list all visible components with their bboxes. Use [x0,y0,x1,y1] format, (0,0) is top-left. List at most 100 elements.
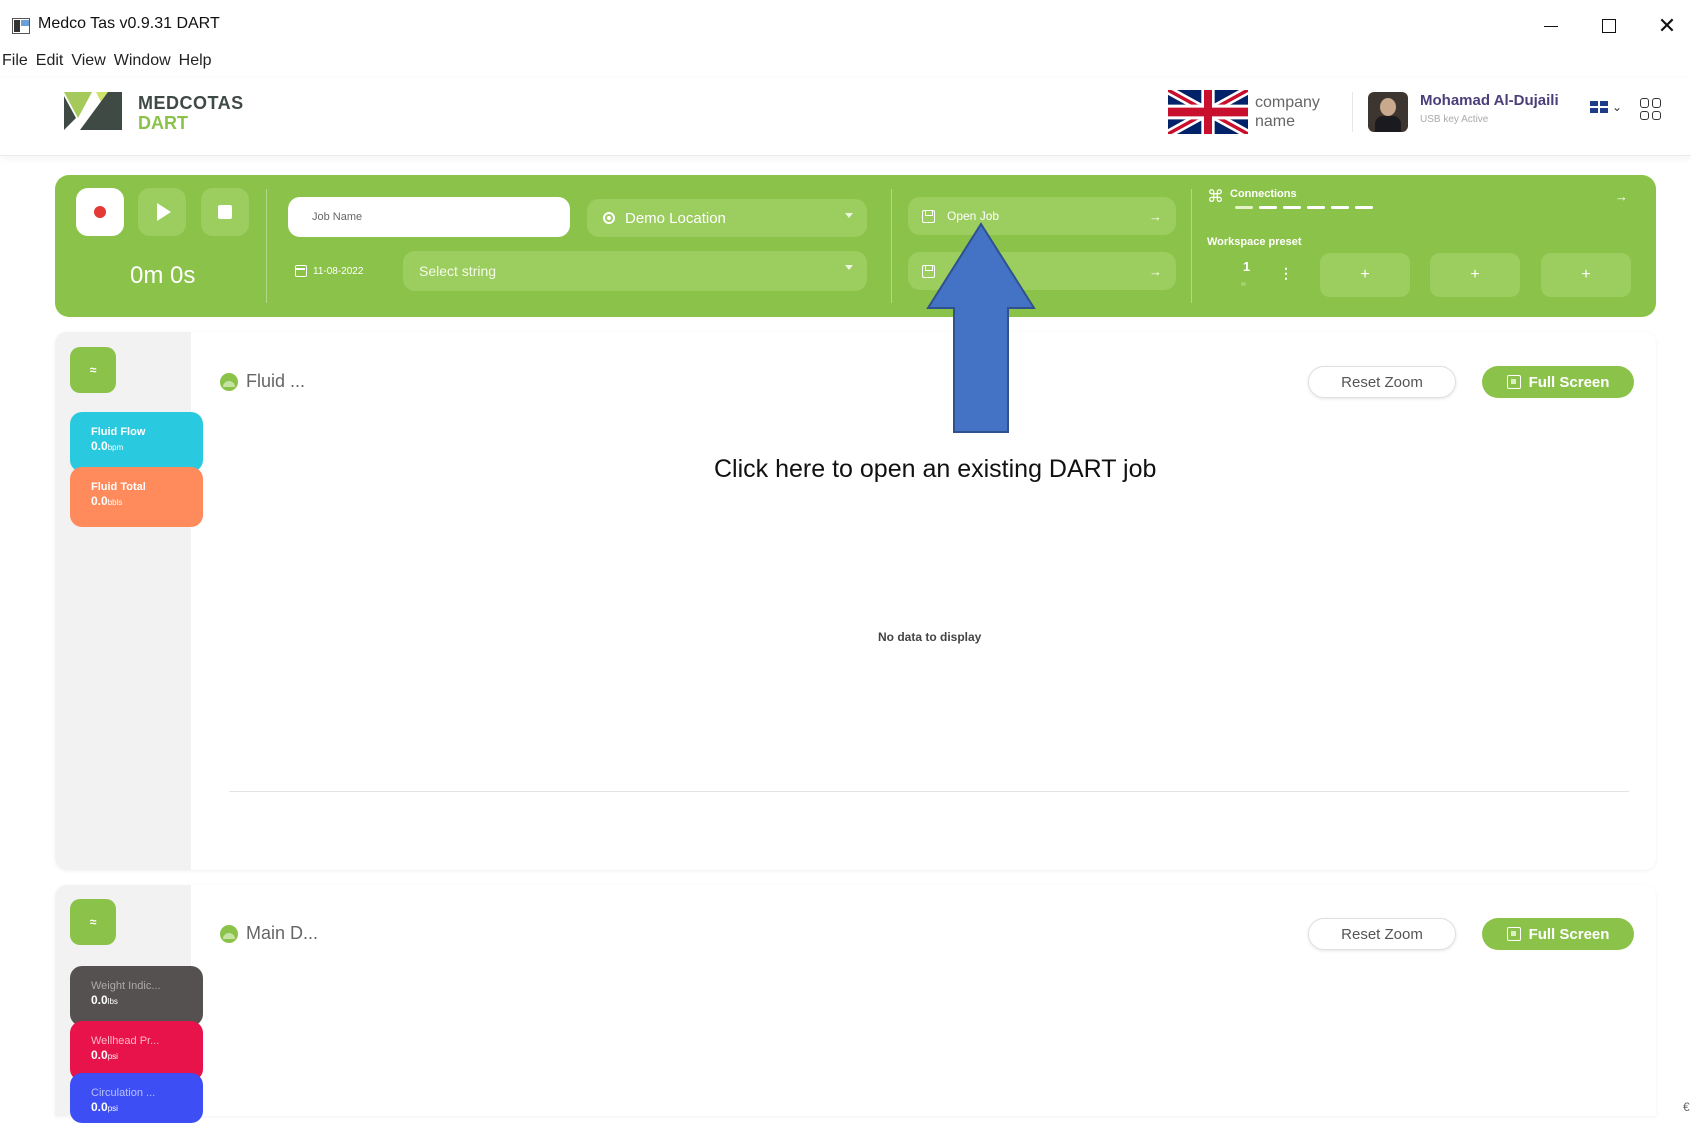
toolbar-divider [1191,189,1192,303]
chart-x-axis [229,791,1629,792]
menu-view[interactable]: View [71,52,113,76]
usb-key-status: USB key Active [1420,114,1489,125]
add-preset-button[interactable]: + [1541,253,1631,297]
reset-zoom-button[interactable]: Reset Zoom [1308,366,1456,398]
sensor-name: Wellhead Pr... [91,1035,160,1047]
arrow-right-icon: → [1149,264,1162,279]
apps-grid-icon[interactable] [1640,98,1662,120]
add-preset-button[interactable]: + [1430,253,1520,297]
sensor-unit: bbls [107,498,123,507]
preset-sliders-icon: ≈ [1241,279,1246,289]
location-pin-icon [603,212,615,224]
app-header: MEDCOTAS DART company name Mohamad Al-Du… [0,78,1691,156]
full-screen-button[interactable]: Full Screen [1482,918,1634,950]
location-select[interactable]: Demo Location [587,199,867,237]
sensor-value: 0.0 [91,1048,108,1062]
record-button[interactable] [76,188,124,236]
preset-number: 1 [1243,259,1251,274]
workspace-preset-label: Workspace preset [1207,236,1302,248]
more-vertical-icon[interactable]: ⋮ [1279,265,1293,282]
sensor-value: 0.0 [91,1100,108,1114]
connection-bar [1259,206,1277,209]
location-value: Demo Location [625,209,726,227]
panel-settings-button[interactable]: ≈ [70,347,116,393]
workspace-preset-1[interactable]: 1 ≈ ⋮ [1209,253,1299,297]
toolbar-divider [891,189,892,303]
sensor-value: 0.0 [91,439,108,453]
sensor-card-fluid-flow[interactable]: Fluid Flow 0.0bpm [70,412,203,472]
medcotas-logo-icon [64,92,122,130]
connections-label[interactable]: Connections [1230,188,1297,200]
connection-status-bars [1235,206,1373,209]
string-select[interactable]: Select string [403,251,867,291]
fluid-chart-panel [55,332,1656,870]
play-button[interactable] [138,188,186,236]
menu-help[interactable]: Help [179,52,220,76]
floppy-disk-icon [922,209,935,223]
sensor-name: Fluid Flow [91,426,146,438]
stop-icon [218,205,232,219]
add-preset-button[interactable]: + [1320,253,1410,297]
sensor-unit: bpm [107,443,124,452]
full-screen-button[interactable]: Full Screen [1482,366,1634,398]
caret-down-icon [845,213,853,218]
menu-file[interactable]: File [2,52,36,76]
sensor-value: 0.0 [91,494,108,508]
uk-flag-icon [1168,90,1248,134]
toolbar-divider [266,189,267,303]
reset-zoom-button[interactable]: Reset Zoom [1308,918,1456,950]
chart-title-text: Fluid ... [246,371,306,391]
minimize-icon [1544,25,1558,27]
connection-bar [1235,206,1253,209]
sensor-unit: lbs [107,997,118,1006]
chevron-down-icon: ⌄ [1612,100,1623,114]
window-title: Medco Tas v0.9.31 DART [38,15,220,32]
calendar-icon [295,265,307,277]
job-name-input[interactable] [288,197,570,237]
edge-glyph: € [1683,1100,1690,1114]
language-select[interactable]: ⌄ [1590,100,1622,114]
user-name[interactable]: Mohamad Al-Dujaili [1420,92,1559,109]
annotation-caption: Click here to open an existing DART job [714,455,1157,483]
sensor-card-wellhead-pressure[interactable]: Wellhead Pr... 0.0psi [70,1021,203,1081]
app-icon [12,18,30,34]
job-timer: 0m 0s [130,262,196,289]
menu-window[interactable]: Window [114,52,179,76]
sensor-value: 0.0 [91,993,108,1007]
open-job-label: Open Job [947,209,1000,223]
sensor-card-fluid-total[interactable]: Fluid Total 0.0bbls [70,467,203,527]
maximize-button[interactable] [1586,8,1632,44]
window-titlebar: Medco Tas v0.9.31 DART ✕ [0,0,1691,52]
minimize-button[interactable] [1528,8,1574,44]
company-name: company name [1255,94,1320,130]
job-toolbar: 0m 0s Demo Location 11-08-2022 Select st… [55,175,1656,317]
logo-title: MEDCOTAS [138,93,244,113]
job-date[interactable]: 11-08-2022 [295,265,363,277]
annotation-arrow-up-icon [926,222,1036,433]
uk-flag-small-icon [1590,101,1608,113]
record-icon [94,206,106,218]
no-data-message: No data to display [878,630,982,644]
stop-button[interactable] [201,188,249,236]
sensor-card-weight-indicator[interactable]: Weight Indic... 0.0lbs [70,966,203,1026]
connection-bar [1331,206,1349,209]
gauge-icon [220,924,238,943]
chart-title: Main D... [220,923,318,944]
play-icon [157,203,171,221]
caret-down-icon [845,265,853,270]
sensor-name: Circulation ... [91,1087,156,1099]
full-screen-label: Full Screen [1528,373,1610,391]
connection-bar [1307,206,1325,209]
panel-settings-button[interactable]: ≈ [70,899,116,945]
arrow-right-icon[interactable]: → [1615,189,1628,204]
fullscreen-icon [1506,927,1521,941]
close-button[interactable]: ✕ [1644,8,1690,44]
sensor-unit: psi [107,1052,118,1061]
sensor-unit: psi [107,1104,118,1113]
chart-title: Fluid ... [220,371,305,392]
menu-bar: File Edit View Window Help [0,52,220,76]
menu-edit[interactable]: Edit [36,52,72,76]
sensor-name: Weight Indic... [91,980,161,992]
user-avatar[interactable] [1368,92,1408,132]
close-icon: ✕ [1657,13,1677,38]
